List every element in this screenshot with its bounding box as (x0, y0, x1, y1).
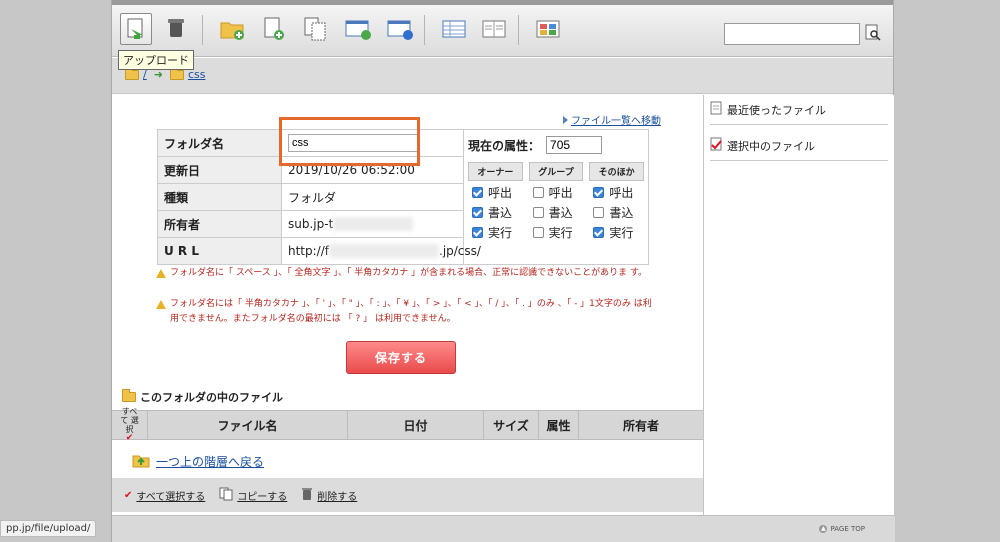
up-folder-link[interactable]: 一つ上の階層へ戻る (132, 452, 264, 471)
checkbox-icon[interactable] (593, 207, 605, 218)
up-folder-icon (132, 452, 150, 471)
file-table-header: すべて 選択 ✔ ファイル名 日付 サイズ 属性 所有者 (112, 407, 703, 443)
folder-info-table: フォルダ名 現在の属性： オーナーグループそのほか呼出 呼出 呼出書込 書込 書込実行 実… (157, 129, 649, 265)
owner-header[interactable]: 所有者 (579, 411, 703, 439)
search-icon[interactable] (864, 24, 882, 42)
recent-files[interactable]: 最近使ったファイル (710, 95, 888, 125)
app-frame: / ➜ css ファイル一覧へ移動 フォルダ名 現在の属性： オーナーグループそ… (111, 0, 895, 542)
folder-name-input[interactable] (288, 134, 418, 152)
upload-icon[interactable] (120, 13, 152, 45)
check-icon: ✔ (125, 433, 134, 443)
permission-group-header: オーナー (468, 162, 523, 181)
permission-checkbox[interactable]: 呼出 (468, 184, 523, 201)
page-top-link[interactable]: ▲ PAGE TOP (819, 525, 865, 533)
attr-header[interactable]: 属性 (539, 411, 579, 439)
checkbox-icon[interactable] (532, 187, 544, 198)
warning-icon (156, 300, 166, 309)
warning-icon (156, 269, 166, 278)
filename-header[interactable]: ファイル名 (148, 411, 348, 439)
date-header[interactable]: 日付 (348, 411, 484, 439)
right-panel: 最近使ったファイル 選択中のファイル (703, 95, 894, 515)
folder-icon (169, 66, 184, 80)
split-view-icon[interactable] (478, 13, 510, 45)
checkbox-icon[interactable] (472, 207, 483, 218)
trash-icon (301, 487, 313, 504)
permission-label: 実行 (488, 226, 513, 240)
file-list-link-label[interactable]: ファイル一覧へ移動 (571, 112, 661, 127)
file-list-link[interactable]: ファイル一覧へ移動 (563, 112, 661, 127)
bottom-action-bar: ✔ すべて選択する コピーする 削除する (112, 478, 703, 512)
permission-checkbox[interactable]: 書込 (589, 204, 644, 221)
warning-2: フォルダ名には「 半角カタカナ 」、「 ' 」、「 " 」、「 : 」、「 ¥ … (156, 297, 656, 327)
url-value: http://f .jp/css/ (281, 237, 649, 265)
new-file-icon[interactable] (258, 13, 290, 45)
permission-checkbox[interactable]: 書込 (529, 204, 584, 221)
folder-files-heading: このフォルダの中のファイル (122, 389, 283, 405)
copy-file-icon[interactable] (300, 13, 332, 45)
selected-files[interactable]: 選択中のファイル (710, 131, 888, 161)
permission-checkbox[interactable]: 実行 (468, 224, 523, 241)
permission-label: 書込 (548, 206, 573, 220)
upload-tooltip: アップロード (118, 50, 194, 70)
type-label: 種類 (157, 183, 282, 211)
new-folder-icon[interactable] (216, 13, 248, 45)
size-header[interactable]: サイズ (484, 411, 539, 439)
permission-label: 呼出 (548, 186, 573, 200)
attribute-label: 現在の属性： (468, 138, 541, 153)
copy-action[interactable]: コピーする (219, 487, 287, 504)
list-view-icon[interactable] (438, 13, 470, 45)
checkbox-icon[interactable] (472, 187, 483, 198)
checkbox-icon[interactable] (593, 227, 605, 238)
trash-icon[interactable] (160, 13, 192, 45)
folder-icon (122, 389, 136, 402)
thumbnail-view-icon[interactable] (532, 13, 564, 45)
web-window-icon[interactable] (384, 13, 416, 45)
checkbox-icon[interactable] (472, 227, 483, 238)
check-icon: ✔ (124, 489, 133, 501)
breadcrumb-bar: / ➜ css (112, 58, 893, 94)
name-label: フォルダ名 (157, 129, 282, 157)
save-button[interactable]: 保存する (346, 341, 456, 374)
select-all-header[interactable]: すべて 選択 ✔ (112, 407, 148, 443)
permission-label: 呼出 (609, 186, 634, 200)
url-label: U R L (157, 237, 282, 265)
recent-file-icon (710, 101, 722, 118)
permission-group-header: そのほか (589, 162, 644, 181)
permission-checkbox[interactable]: 呼出 (529, 184, 584, 201)
permission-label: 書込 (488, 206, 513, 220)
date-label: 更新日 (157, 156, 282, 184)
permission-group-header: グループ (528, 162, 584, 181)
folder-icon (125, 66, 139, 80)
permission-checkbox[interactable]: 書込 (468, 204, 523, 221)
permission-checkbox[interactable]: 実行 (589, 224, 644, 241)
permission-label: 呼出 (488, 186, 513, 200)
add-window-icon[interactable] (342, 13, 374, 45)
toolbar (112, 5, 893, 57)
triangle-icon (563, 115, 568, 124)
permission-label: 実行 (548, 226, 573, 240)
arrow-up-icon: ▲ (819, 525, 828, 533)
type-value: フォルダ (281, 183, 464, 211)
permission-label: 実行 (609, 226, 634, 240)
permission-checkbox[interactable]: 実行 (529, 224, 584, 241)
attribute-input[interactable] (546, 136, 603, 154)
checkbox-icon[interactable] (532, 207, 544, 218)
status-url: pp.jp/file/upload/ (0, 520, 97, 537)
search-input[interactable] (724, 23, 860, 45)
selected-file-icon (710, 137, 722, 154)
copy-icon (219, 487, 233, 504)
main-panel: ファイル一覧へ移動 フォルダ名 現在の属性： オーナーグループそのほか呼出 呼出 呼… (112, 95, 703, 515)
date-value: 2019/10/26 06:52:00 (281, 156, 464, 184)
owner-value: sub.jp-t (281, 210, 464, 238)
delete-action[interactable]: 削除する (301, 487, 357, 504)
checkbox-icon[interactable] (593, 187, 605, 198)
permission-checkbox[interactable]: 呼出 (589, 184, 644, 201)
owner-label: 所有者 (157, 210, 282, 238)
checkbox-icon[interactable] (532, 227, 544, 238)
permission-label: 書込 (609, 206, 634, 220)
warning-1: フォルダ名に「 スペース 」、「 全角文字 」、「 半角カタカナ 」が含まれる場… (156, 266, 656, 281)
permission-grid: オーナー グループ そのほか呼出 呼出 呼出書込 書込 書込実行 実行 実行 (468, 162, 644, 241)
select-all-action[interactable]: ✔ すべて選択する (124, 488, 205, 503)
footer: ▲ PAGE TOP (112, 515, 895, 542)
